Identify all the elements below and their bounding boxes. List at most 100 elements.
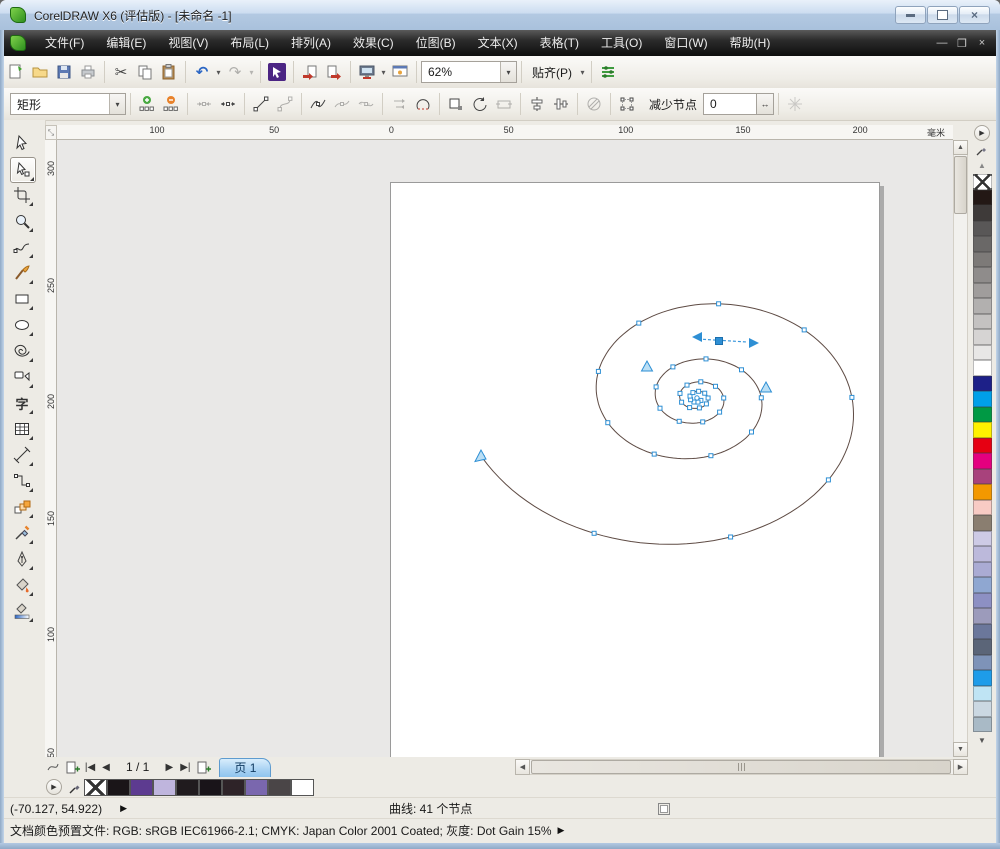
preset-combo[interactable]: 矩形 ▾ (10, 93, 126, 115)
symmetrical-node-icon[interactable] (354, 92, 378, 116)
mdi-close-icon[interactable]: × (972, 37, 992, 49)
zoom-tool[interactable] (10, 209, 34, 233)
convert-to-curve-icon[interactable] (273, 92, 297, 116)
curve-node[interactable] (696, 400, 700, 404)
handle-arrow-left-icon[interactable] (692, 332, 702, 342)
curve-node[interactable] (729, 535, 733, 539)
curve-node[interactable] (671, 365, 675, 369)
curve-node[interactable] (680, 400, 684, 404)
last-page-icon[interactable]: ▶| (177, 762, 193, 773)
coords-flyout-icon[interactable]: ▶ (120, 803, 127, 814)
reverse-direction-icon[interactable] (387, 92, 411, 116)
curve-node[interactable] (740, 368, 744, 372)
pick-tool[interactable] (10, 131, 34, 155)
first-page-icon[interactable]: |◀ (82, 762, 98, 773)
menu-item[interactable]: 工具(O) (590, 30, 653, 56)
palette-color-swatch[interactable] (973, 360, 992, 376)
document-color-swatch[interactable] (176, 779, 199, 796)
blend-tool[interactable] (10, 495, 34, 519)
text-tool[interactable]: 字 (10, 391, 34, 415)
document-color-swatch[interactable] (268, 779, 291, 796)
menu-item[interactable]: 视图(V) (157, 30, 219, 56)
stretch-nodes-icon[interactable] (492, 92, 516, 116)
curve-node[interactable] (677, 419, 681, 423)
artistic-media-tool[interactable] (10, 261, 34, 285)
palette-eyedropper-button[interactable] (974, 142, 991, 157)
align-nodes-h-icon[interactable] (549, 92, 573, 116)
document-color-swatch[interactable] (245, 779, 268, 796)
spiral-curve-drawing[interactable] (57, 140, 953, 757)
minimize-button[interactable] (895, 6, 926, 24)
menu-item[interactable]: 布局(L) (219, 30, 280, 56)
table-tool[interactable] (10, 417, 34, 441)
break-curve-icon[interactable] (216, 92, 240, 116)
palette-color-swatch[interactable] (973, 484, 992, 500)
palette-color-swatch[interactable] (973, 298, 992, 314)
shape-tool[interactable] (10, 157, 36, 183)
palette-color-swatch[interactable] (973, 686, 992, 702)
freehand-tool[interactable] (10, 235, 34, 259)
curve-node[interactable] (850, 395, 854, 399)
palette-color-swatch[interactable] (973, 422, 992, 438)
vertical-ruler[interactable]: 30025020015010050 (45, 140, 57, 757)
palette-flyout-button[interactable]: ▶ (974, 125, 990, 141)
palette-color-swatch[interactable] (973, 531, 992, 547)
document-color-swatch[interactable] (130, 779, 153, 796)
print-icon[interactable] (76, 60, 100, 84)
docpal-flyout-button[interactable]: ▶ (46, 779, 62, 795)
curve-node[interactable] (691, 391, 695, 395)
node-direction-arrow-icon[interactable] (642, 361, 653, 371)
curve-node[interactable] (750, 430, 754, 434)
color-eyedropper-tool[interactable] (10, 521, 34, 545)
docpal-eyedropper-button[interactable] (66, 775, 84, 799)
status-page-icon[interactable] (652, 797, 676, 821)
restore-button[interactable] (927, 6, 958, 24)
scroll-up-icon[interactable]: ▲ (953, 140, 968, 155)
document-color-swatch[interactable] (153, 779, 176, 796)
zoom-dropdown-icon[interactable]: ▾ (500, 62, 516, 82)
document-color-swatch[interactable] (222, 779, 245, 796)
curve-node[interactable] (654, 385, 658, 389)
menu-item[interactable]: 窗口(W) (653, 30, 718, 56)
mdi-minimize-icon[interactable]: — (932, 37, 952, 49)
add-node-icon[interactable] (135, 92, 159, 116)
document-color-swatch[interactable] (199, 779, 222, 796)
curve-node[interactable] (606, 421, 610, 425)
curve-node[interactable] (759, 396, 763, 400)
paste-icon[interactable] (157, 60, 181, 84)
selected-node[interactable] (716, 338, 723, 345)
scroll-left-icon[interactable]: ◀ (515, 759, 530, 775)
curve-node[interactable] (826, 478, 830, 482)
title-bar[interactable]: CorelDRAW X6 (评估版) - [未命名 -1] × (0, 0, 1000, 31)
welcome-screen-icon[interactable] (388, 60, 412, 84)
corel-menu-logo-icon[interactable] (10, 35, 26, 51)
align-nodes-v-icon[interactable] (525, 92, 549, 116)
menu-item[interactable]: 表格(T) (529, 30, 590, 56)
add-page-after-icon[interactable] (193, 755, 213, 779)
fill-tool[interactable] (10, 573, 34, 597)
page-tab[interactable]: 页 1 (219, 758, 271, 777)
search-content-icon[interactable] (265, 60, 289, 84)
palette-color-swatch[interactable] (973, 593, 992, 609)
curve-node[interactable] (704, 357, 708, 361)
document-color-swatch[interactable] (84, 779, 107, 796)
menu-item[interactable]: 排列(A) (280, 30, 342, 56)
menu-item[interactable]: 文本(X) (467, 30, 529, 56)
palette-color-swatch[interactable] (973, 221, 992, 237)
dimension-tool[interactable] (10, 443, 34, 467)
basic-shapes-tool[interactable] (10, 365, 34, 389)
open-document-icon[interactable] (28, 60, 52, 84)
menu-item[interactable]: 文件(F) (34, 30, 95, 56)
palette-color-swatch[interactable] (973, 639, 992, 655)
launcher-dropdown-icon[interactable]: ▾ (379, 68, 388, 77)
object-flyout-icon[interactable] (44, 755, 62, 779)
curve-node[interactable] (652, 452, 656, 456)
palette-color-swatch[interactable] (973, 469, 992, 485)
curve-smoothness-icon[interactable] (783, 92, 807, 116)
curve-node[interactable] (706, 396, 710, 400)
palette-color-swatch[interactable] (973, 205, 992, 221)
v-scroll-thumb[interactable] (954, 156, 967, 214)
close-button[interactable]: × (959, 6, 990, 24)
vertical-scrollbar[interactable]: ▲ ▼ (953, 140, 968, 757)
curve-node[interactable] (685, 383, 689, 387)
